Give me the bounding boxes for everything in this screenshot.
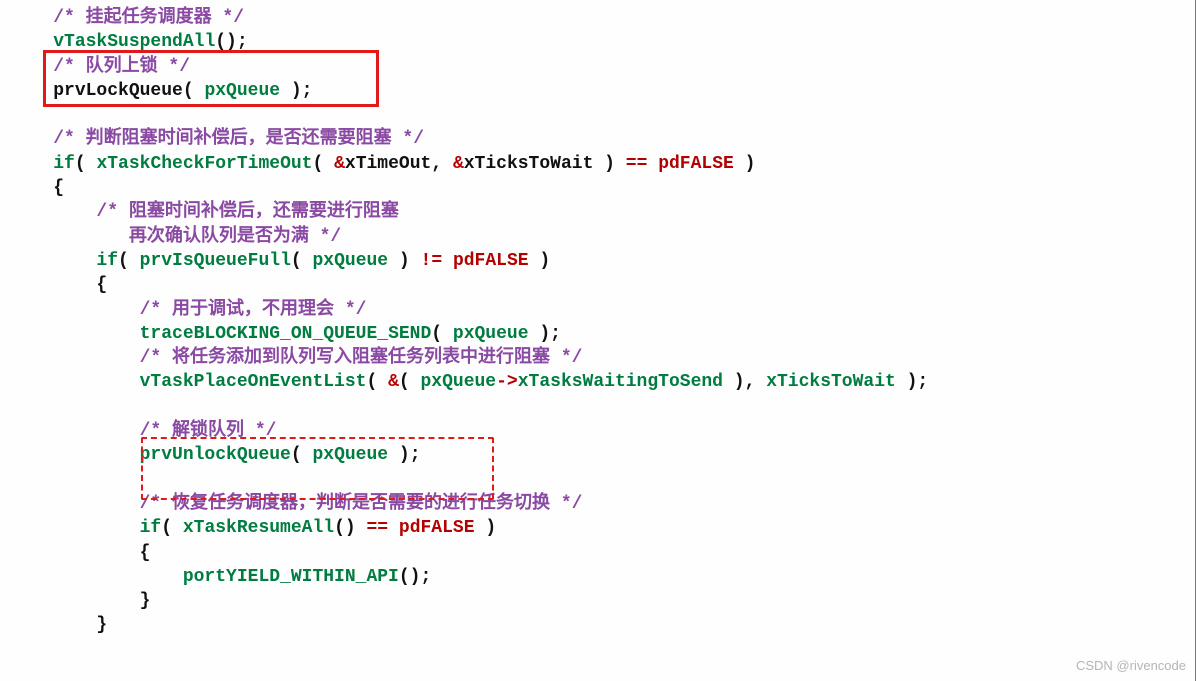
comment: /* 挂起任务调度器 */ <box>10 8 244 28</box>
comment: /* 判断阻塞时间补偿后，是否还需要阻塞 */ <box>10 129 424 149</box>
comment: /* 解锁队列 */ <box>10 421 276 441</box>
comment: /* 队列上锁 */ <box>10 57 190 77</box>
keyword-if: if <box>53 154 75 174</box>
comment: /* 阻塞时间补偿后，还需要进行阻塞 再次确认队列是否为满 */ <box>10 202 399 246</box>
comment: /* 将任务添加到队列写入阻塞任务列表中进行阻塞 */ <box>10 348 582 368</box>
plain-text: prvLockQueue( <box>53 81 204 101</box>
code-block: /* 挂起任务调度器 */ vTaskSuspendAll(); /* 队列上锁… <box>0 0 1196 644</box>
comment: /* 用于调试，不用理会 */ <box>10 300 366 320</box>
identifier: vTaskSuspendAll <box>53 32 215 52</box>
comment: /* 恢复任务调度器，判断是否需要的进行任务切换 */ <box>10 494 582 514</box>
watermark-text: CSDN @rivencode <box>1076 657 1186 675</box>
code-pre: /* 挂起任务调度器 */ vTaskSuspendAll(); /* 队列上锁… <box>10 6 1186 638</box>
